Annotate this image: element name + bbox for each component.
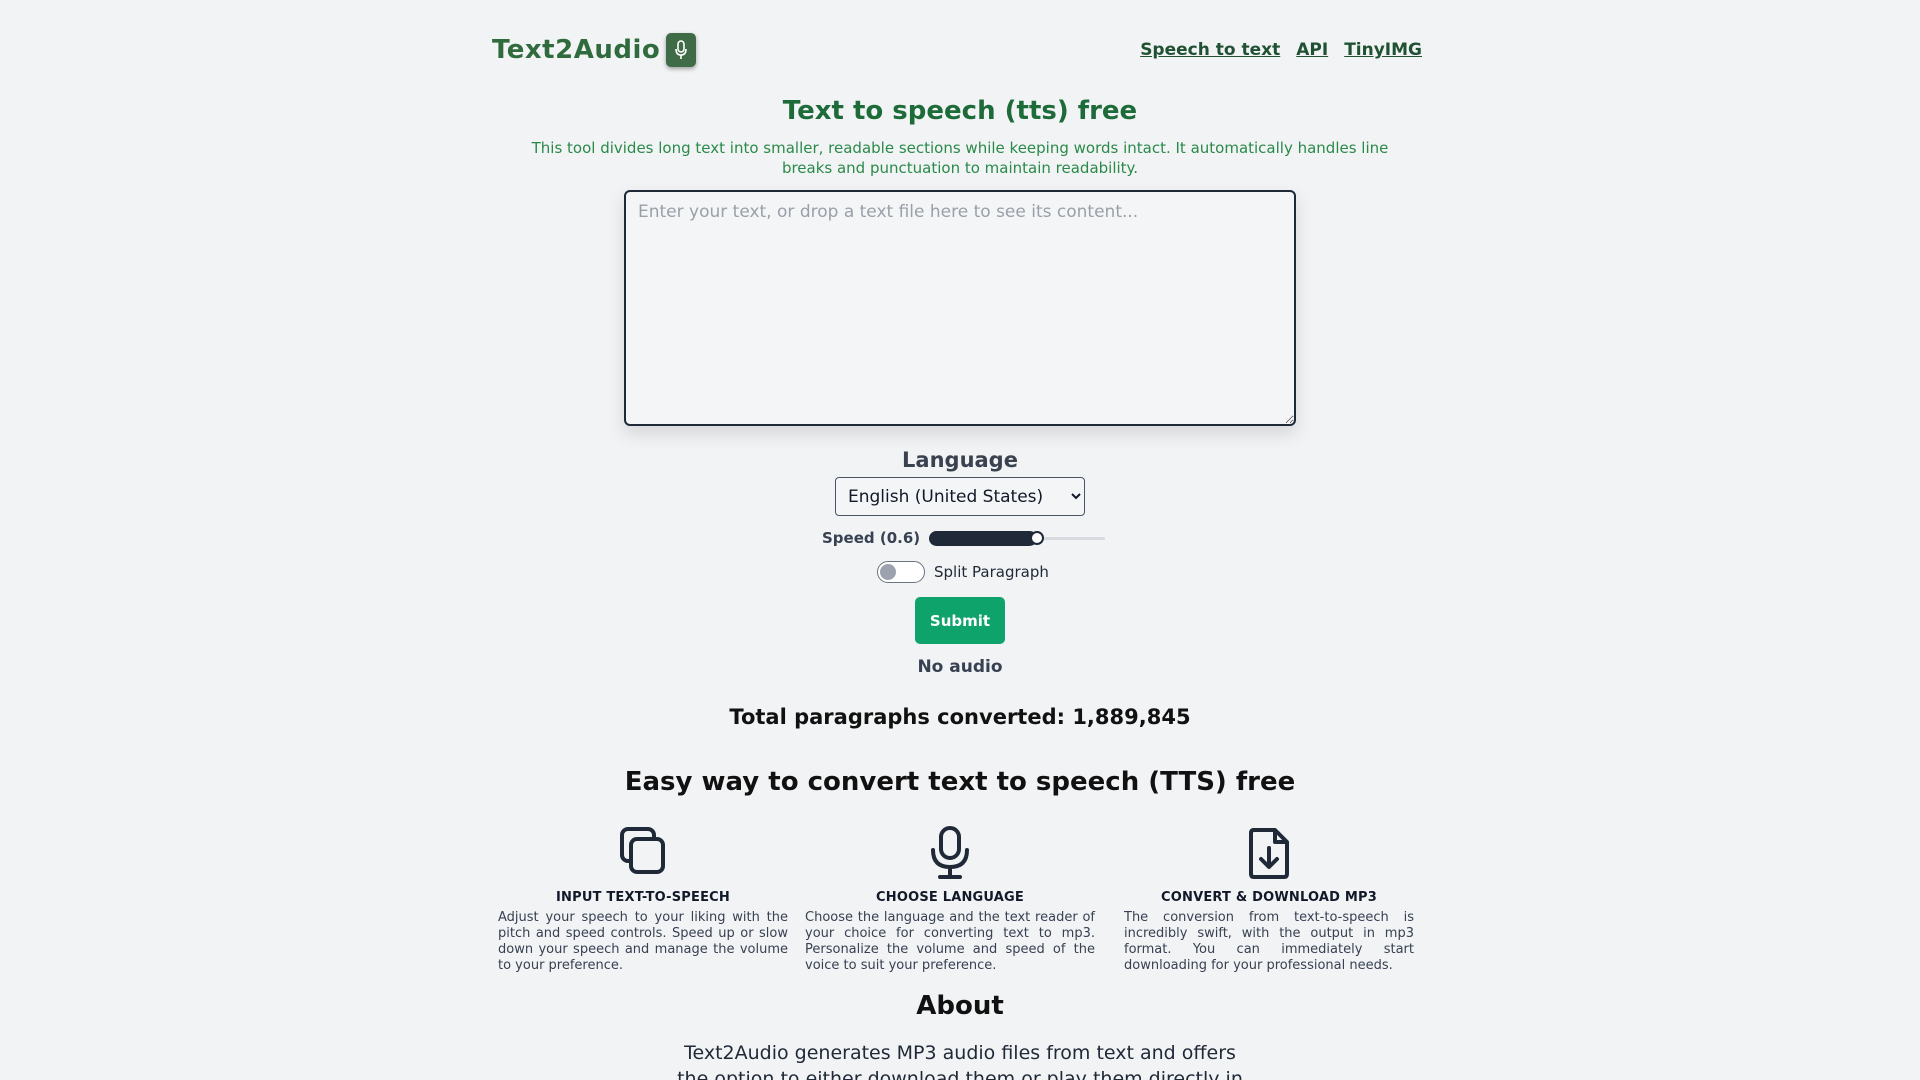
split-paragraph-control: Split Paragraph bbox=[877, 561, 1049, 583]
speed-slider-thumb[interactable] bbox=[1030, 531, 1045, 545]
speed-slider-fill bbox=[929, 531, 1038, 546]
language-select[interactable]: English (United States) bbox=[835, 477, 1085, 516]
feature-convert: CONVERT & DOWNLOAD MP3 The conversion fr… bbox=[1124, 826, 1414, 974]
split-paragraph-toggle[interactable] bbox=[877, 561, 925, 583]
top-nav: Speech to text API TinyIMG bbox=[1140, 40, 1422, 60]
feature-description: Choose the language and the text reader … bbox=[805, 910, 1095, 973]
copy-icon bbox=[498, 826, 788, 880]
nav-link-api[interactable]: API bbox=[1296, 40, 1328, 60]
feature-input: INPUT TEXT-TO-SPEECH Adjust your speech … bbox=[498, 826, 788, 974]
feature-heading: INPUT TEXT-TO-SPEECH bbox=[555, 890, 731, 905]
page-subtitle: This tool divides long text into smaller… bbox=[531, 139, 1389, 177]
total-paragraphs-counter: Total paragraphs converted: 1,889,845 bbox=[729, 705, 1191, 729]
nav-link-speech-to-text[interactable]: Speech to text bbox=[1140, 40, 1280, 60]
feature-language: CHOOSE LANGUAGE Choose the language and … bbox=[805, 826, 1095, 974]
feature-description: The conversion from text-to-speech is in… bbox=[1124, 910, 1414, 973]
submit-button[interactable]: Submit bbox=[915, 597, 1005, 644]
language-label: Language bbox=[902, 448, 1018, 472]
microphone-icon bbox=[666, 33, 697, 67]
about-title: About bbox=[916, 991, 1004, 1021]
header: Text2Audio Speech to text API TinyIMG bbox=[492, 30, 1422, 70]
nav-link-tinyimg[interactable]: TinyIMG bbox=[1344, 40, 1422, 60]
feature-description: Adjust your speech to your liking with t… bbox=[498, 910, 788, 973]
feature-heading: CHOOSE LANGUAGE bbox=[876, 890, 1024, 905]
speed-label: Speed (0.6) bbox=[822, 529, 921, 547]
page: Text2Audio Speech to text API TinyIMG Te… bbox=[0, 0, 1920, 1080]
microphone-icon bbox=[805, 826, 1095, 880]
brand-logo[interactable]: Text2Audio bbox=[492, 33, 697, 67]
text-input[interactable] bbox=[624, 190, 1296, 426]
toggle-knob bbox=[880, 564, 896, 580]
brand-name: Text2Audio bbox=[492, 35, 661, 65]
speed-control: Speed (0.6) bbox=[822, 528, 1106, 548]
split-paragraph-label: Split Paragraph bbox=[934, 563, 1049, 581]
text-input-container bbox=[624, 190, 1296, 426]
feature-heading: CONVERT & DOWNLOAD MP3 bbox=[1161, 890, 1377, 905]
audio-status: No audio bbox=[917, 657, 1003, 677]
about-text: Text2Audio generates MP3 audio files fro… bbox=[677, 1042, 1243, 1080]
speed-slider[interactable] bbox=[929, 528, 1106, 548]
page-title: Text to speech (tts) free bbox=[782, 96, 1138, 126]
features-title: Easy way to convert text to speech (TTS)… bbox=[624, 767, 1296, 797]
file-download-icon bbox=[1124, 826, 1414, 880]
